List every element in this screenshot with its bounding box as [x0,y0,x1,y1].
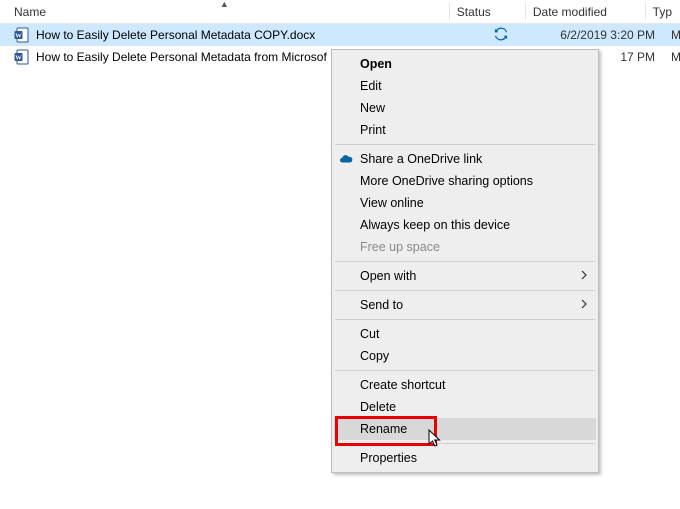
column-header-type-label: Typ [653,5,672,19]
menu-label: Delete [360,400,396,414]
menu-label: New [360,101,385,115]
menu-label: More OneDrive sharing options [360,174,533,188]
file-type: Mi [663,28,680,42]
menu-separator [335,370,595,371]
menu-print[interactable]: Print [334,119,596,141]
chevron-right-icon [580,269,588,283]
file-row[interactable]: W How to Easily Delete Personal Metadata… [0,24,680,46]
menu-separator [335,319,595,320]
menu-always-keep[interactable]: Always keep on this device [334,214,596,236]
word-document-icon: W [14,49,30,65]
onedrive-icon [338,151,354,167]
chevron-right-icon [580,298,588,312]
menu-open-with[interactable]: Open with [334,265,596,287]
menu-label: Free up space [360,240,440,254]
menu-label: Open with [360,269,416,283]
menu-label: Open [360,57,392,71]
menu-label: Rename [360,422,407,436]
menu-label: Share a OneDrive link [360,152,482,166]
menu-new[interactable]: New [334,97,596,119]
sync-icon [494,27,508,41]
menu-separator [335,443,595,444]
menu-share-onedrive[interactable]: Share a OneDrive link [334,148,596,170]
menu-copy[interactable]: Copy [334,345,596,367]
menu-separator [335,261,595,262]
menu-label: Edit [360,79,382,93]
file-name: How to Easily Delete Personal Metadata C… [36,28,315,42]
menu-label: Cut [360,327,379,341]
file-status [462,27,540,44]
menu-more-onedrive[interactable]: More OneDrive sharing options [334,170,596,192]
word-document-icon: W [14,27,30,43]
menu-create-shortcut[interactable]: Create shortcut [334,374,596,396]
column-header-status[interactable]: Status [449,0,525,23]
context-menu: Open Edit New Print Share a OneDrive lin… [331,49,599,473]
menu-open[interactable]: Open [334,53,596,75]
column-header-date[interactable]: Date modified [525,0,645,23]
svg-text:W: W [15,32,22,39]
menu-properties[interactable]: Properties [334,447,596,469]
menu-label: Print [360,123,386,137]
menu-separator [335,144,595,145]
sort-ascending-icon: ▲ [220,0,229,9]
column-header-date-label: Date modified [533,5,607,19]
column-header-name[interactable]: Name ▲ [0,0,449,23]
column-header-row: Name ▲ Status Date modified Typ [0,0,680,24]
menu-label: Always keep on this device [360,218,510,232]
menu-free-up-space: Free up space [334,236,596,258]
menu-rename[interactable]: Rename [334,418,596,440]
menu-label: Copy [360,349,389,363]
menu-edit[interactable]: Edit [334,75,596,97]
column-header-name-label: Name [14,5,46,19]
svg-text:W: W [15,54,22,61]
menu-label: Properties [360,451,417,465]
column-header-type[interactable]: Typ [645,0,680,23]
menu-cut[interactable]: Cut [334,323,596,345]
menu-view-online[interactable]: View online [334,192,596,214]
menu-separator [335,290,595,291]
menu-label: Send to [360,298,403,312]
menu-label: View online [360,196,424,210]
file-type: Mi [663,50,680,64]
menu-delete[interactable]: Delete [334,396,596,418]
file-name: How to Easily Delete Personal Metadata f… [36,50,327,64]
menu-label: Create shortcut [360,378,445,392]
column-header-status-label: Status [457,5,491,19]
menu-send-to[interactable]: Send to [334,294,596,316]
file-date: 6/2/2019 3:20 PM [540,28,663,42]
